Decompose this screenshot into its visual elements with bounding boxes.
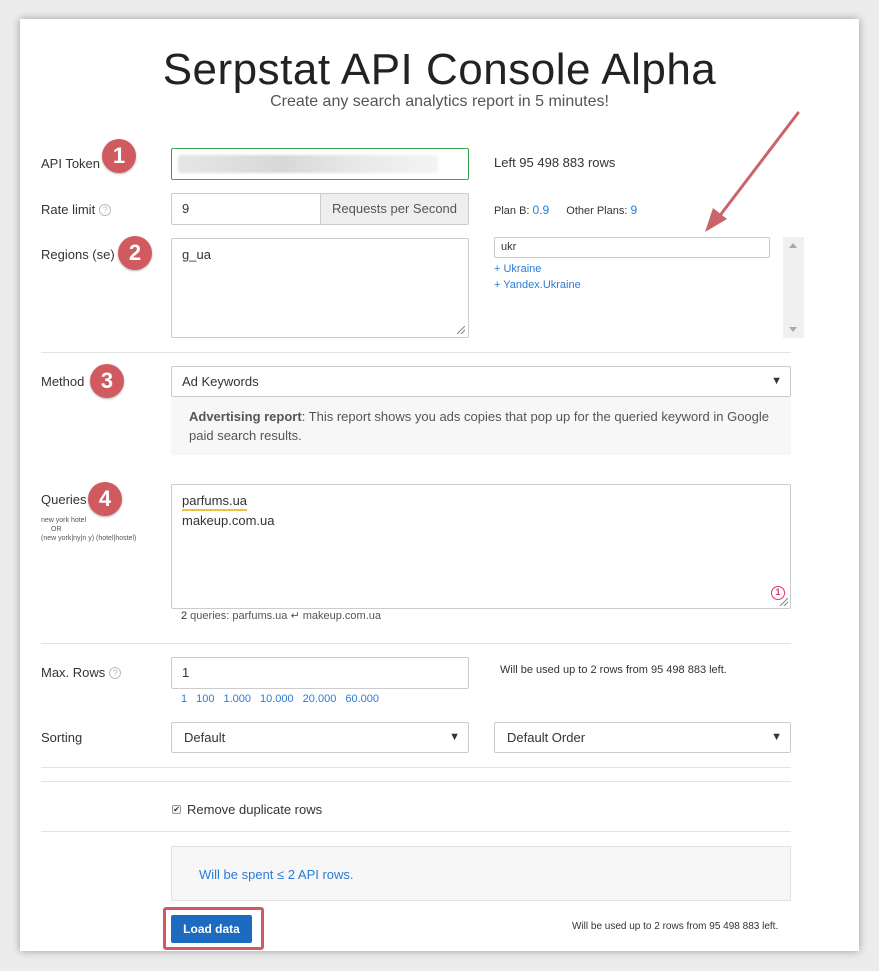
annotation-arrow-icon — [705, 111, 800, 232]
